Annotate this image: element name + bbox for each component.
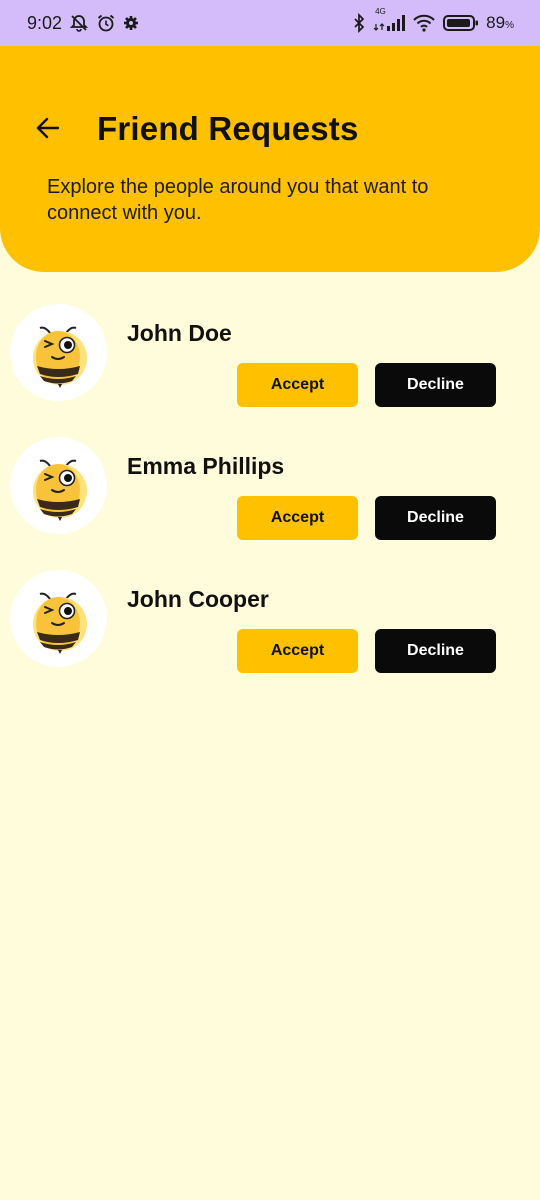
status-bar-left: 9:02: [27, 13, 139, 34]
accept-button[interactable]: Accept: [237, 496, 358, 540]
requester-name: John Cooper: [127, 586, 269, 612]
battery-unit: %: [505, 20, 514, 31]
page-title: Friend Requests: [97, 110, 359, 147]
accept-button[interactable]: Accept: [237, 629, 358, 673]
notification-off-icon: [69, 13, 89, 33]
bee-avatar-icon: [32, 592, 87, 654]
friend-request-list: John Doe Accept Decline Emma Phillips Ac…: [0, 300, 540, 699]
bluetooth-icon: [352, 13, 366, 33]
avatar: [10, 570, 107, 667]
settings-icon: [123, 15, 139, 31]
wifi-icon: [412, 13, 436, 33]
arrow-left-icon: [36, 117, 60, 139]
friend-request-item: John Doe Accept Decline: [0, 300, 540, 433]
status-time: 9:02: [27, 12, 63, 33]
requester-name: John Doe: [127, 320, 232, 346]
friend-request-item: John Cooper Accept Decline: [0, 566, 540, 699]
battery-percentage: 89%: [486, 13, 514, 33]
alarm-icon: [96, 13, 116, 33]
requester-name: Emma Phillips: [127, 453, 285, 479]
battery-icon: [443, 13, 479, 33]
avatar: [10, 437, 107, 534]
bee-avatar-icon: [32, 326, 87, 388]
battery-value: 89: [486, 13, 506, 32]
signal-icon: 4G: [373, 7, 406, 33]
status-bar-right: 4G 89%: [352, 7, 514, 33]
decline-button[interactable]: Decline: [375, 496, 496, 540]
decline-button[interactable]: Decline: [375, 363, 496, 407]
header: Friend Requests Explore the people aroun…: [0, 46, 540, 272]
status-bar: 9:02 4G 89%: [0, 0, 540, 46]
accept-button[interactable]: Accept: [237, 363, 358, 407]
back-button[interactable]: [30, 110, 66, 146]
network-type-label: 4G: [375, 7, 386, 16]
bee-avatar-icon: [32, 459, 87, 521]
decline-button[interactable]: Decline: [375, 629, 496, 673]
friend-request-item: Emma Phillips Accept Decline: [0, 433, 540, 566]
avatar: [10, 304, 107, 401]
page-subtitle: Explore the people around you that want …: [47, 176, 429, 224]
